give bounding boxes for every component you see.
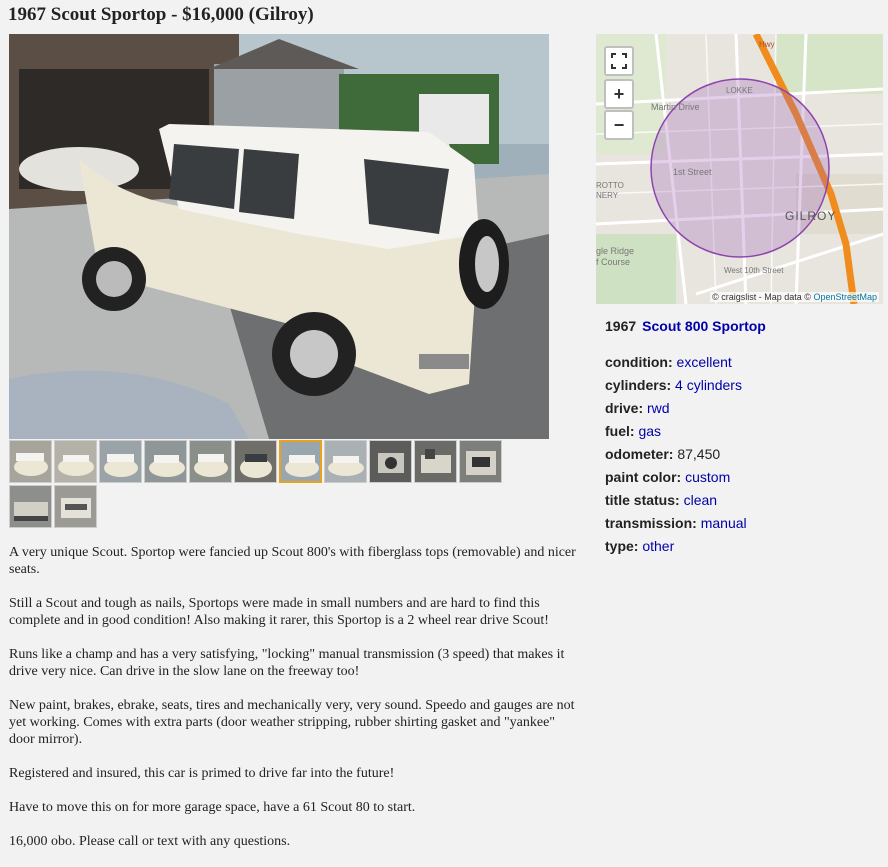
map-highway-label: Hwy: [759, 40, 775, 49]
attr-label: title status:: [605, 492, 680, 508]
attr-value-link[interactable]: clean: [684, 492, 717, 508]
thumbnail[interactable]: [234, 440, 277, 483]
attr-label: odometer:: [605, 446, 674, 462]
attr-drive: drive: rwd: [605, 400, 885, 423]
attr-title-status: title status: clean: [605, 492, 885, 515]
map-attribution: © craigslist - Map data © OpenStreetMap: [710, 292, 879, 302]
map-street-label: 1st Street: [673, 167, 712, 177]
attr-label: type:: [605, 538, 639, 554]
description-paragraph: Have to move this on for more garage spa…: [9, 800, 416, 815]
vehicle-model-link[interactable]: Scout 800 Sportop: [642, 318, 766, 334]
openstreetmap-link[interactable]: OpenStreetMap: [813, 292, 877, 302]
attr-value-link[interactable]: gas: [638, 423, 661, 439]
fullscreen-icon: [611, 53, 627, 69]
thumbnail[interactable]: [9, 485, 52, 528]
attr-condition: condition: excellent: [605, 354, 885, 377]
map-street-label: Martin Drive: [651, 102, 700, 112]
zoom-in-button[interactable]: +: [604, 79, 634, 109]
map-area-label: NERY: [596, 191, 619, 200]
thumbnail[interactable]: [459, 440, 502, 483]
vehicle-header: 1967 Scout 800 Sportop: [605, 318, 885, 334]
listing-title: 1967 Scout Sportop - $16,000 (Gilroy): [8, 4, 314, 25]
attr-value-link[interactable]: other: [642, 538, 674, 554]
fullscreen-button[interactable]: [604, 46, 634, 76]
attr-value: 87,450: [677, 446, 721, 462]
main-photo[interactable]: [9, 34, 549, 439]
attr-value-link[interactable]: custom: [685, 469, 730, 485]
thumbnail[interactable]: [414, 440, 457, 483]
thumbnail[interactable]: [54, 440, 97, 483]
location-map[interactable]: Martin Drive LOKKE 1st Street ROTTO NERY…: [596, 34, 883, 304]
attr-value-link[interactable]: excellent: [677, 354, 732, 370]
thumbnail[interactable]: [144, 440, 187, 483]
attr-odometer: odometer: 87,450: [605, 446, 885, 469]
listing-description: A very unique Scout. Sportop were fancie…: [9, 544, 584, 867]
attr-label: drive:: [605, 400, 644, 416]
map-city-label: GILROY: [785, 209, 837, 223]
car-photo-image: [9, 34, 549, 439]
thumbnail[interactable]: [189, 440, 232, 483]
description-paragraph: Registered and insured, this car is prim…: [9, 766, 395, 781]
vehicle-year: 1967: [605, 318, 637, 334]
attr-fuel: fuel: gas: [605, 423, 885, 446]
attr-label: transmission:: [605, 515, 697, 531]
attr-label: paint color:: [605, 469, 682, 485]
attr-type: type: other: [605, 538, 885, 561]
attr-label: condition:: [605, 354, 673, 370]
map-attribution-text: © craigslist - Map data ©: [712, 292, 811, 302]
attr-label: cylinders:: [605, 377, 672, 393]
map-area-label: ROTTO: [596, 181, 624, 190]
thumbnail[interactable]: [54, 485, 97, 528]
thumbnail-selected[interactable]: [279, 440, 322, 483]
attr-value-link[interactable]: rwd: [647, 400, 670, 416]
description-paragraph: New paint, brakes, ebrake, seats, tires …: [9, 698, 575, 747]
map-tiles: [596, 34, 883, 304]
thumbnail[interactable]: [324, 440, 367, 483]
thumbnail[interactable]: [369, 440, 412, 483]
map-area-label: gle Ridge: [596, 246, 635, 256]
attr-transmission: transmission: manual: [605, 515, 885, 538]
description-paragraph: 16,000 obo. Please call or text with any…: [9, 834, 291, 849]
description-paragraph: A very unique Scout. Sportop were fancie…: [9, 545, 576, 577]
attr-value-link[interactable]: 4 cylinders: [675, 377, 742, 393]
attr-label: fuel:: [605, 423, 635, 439]
attr-value-link[interactable]: manual: [701, 515, 747, 531]
map-area-label: f Course: [596, 257, 631, 267]
map-area-label: LOKKE: [726, 86, 753, 95]
description-paragraph: Still a Scout and tough as nails, Sporto…: [9, 596, 549, 628]
attribute-group: 1967 Scout 800 Sportop condition: excelle…: [605, 318, 885, 561]
attr-cylinders: cylinders: 4 cylinders: [605, 377, 885, 400]
map-street-label: West 10th Street: [724, 266, 784, 275]
zoom-out-button[interactable]: −: [604, 110, 634, 140]
attr-paint-color: paint color: custom: [605, 469, 885, 492]
description-paragraph: Runs like a champ and has a very satisfy…: [9, 647, 565, 679]
thumbnail[interactable]: [99, 440, 142, 483]
thumbnail[interactable]: [9, 440, 52, 483]
